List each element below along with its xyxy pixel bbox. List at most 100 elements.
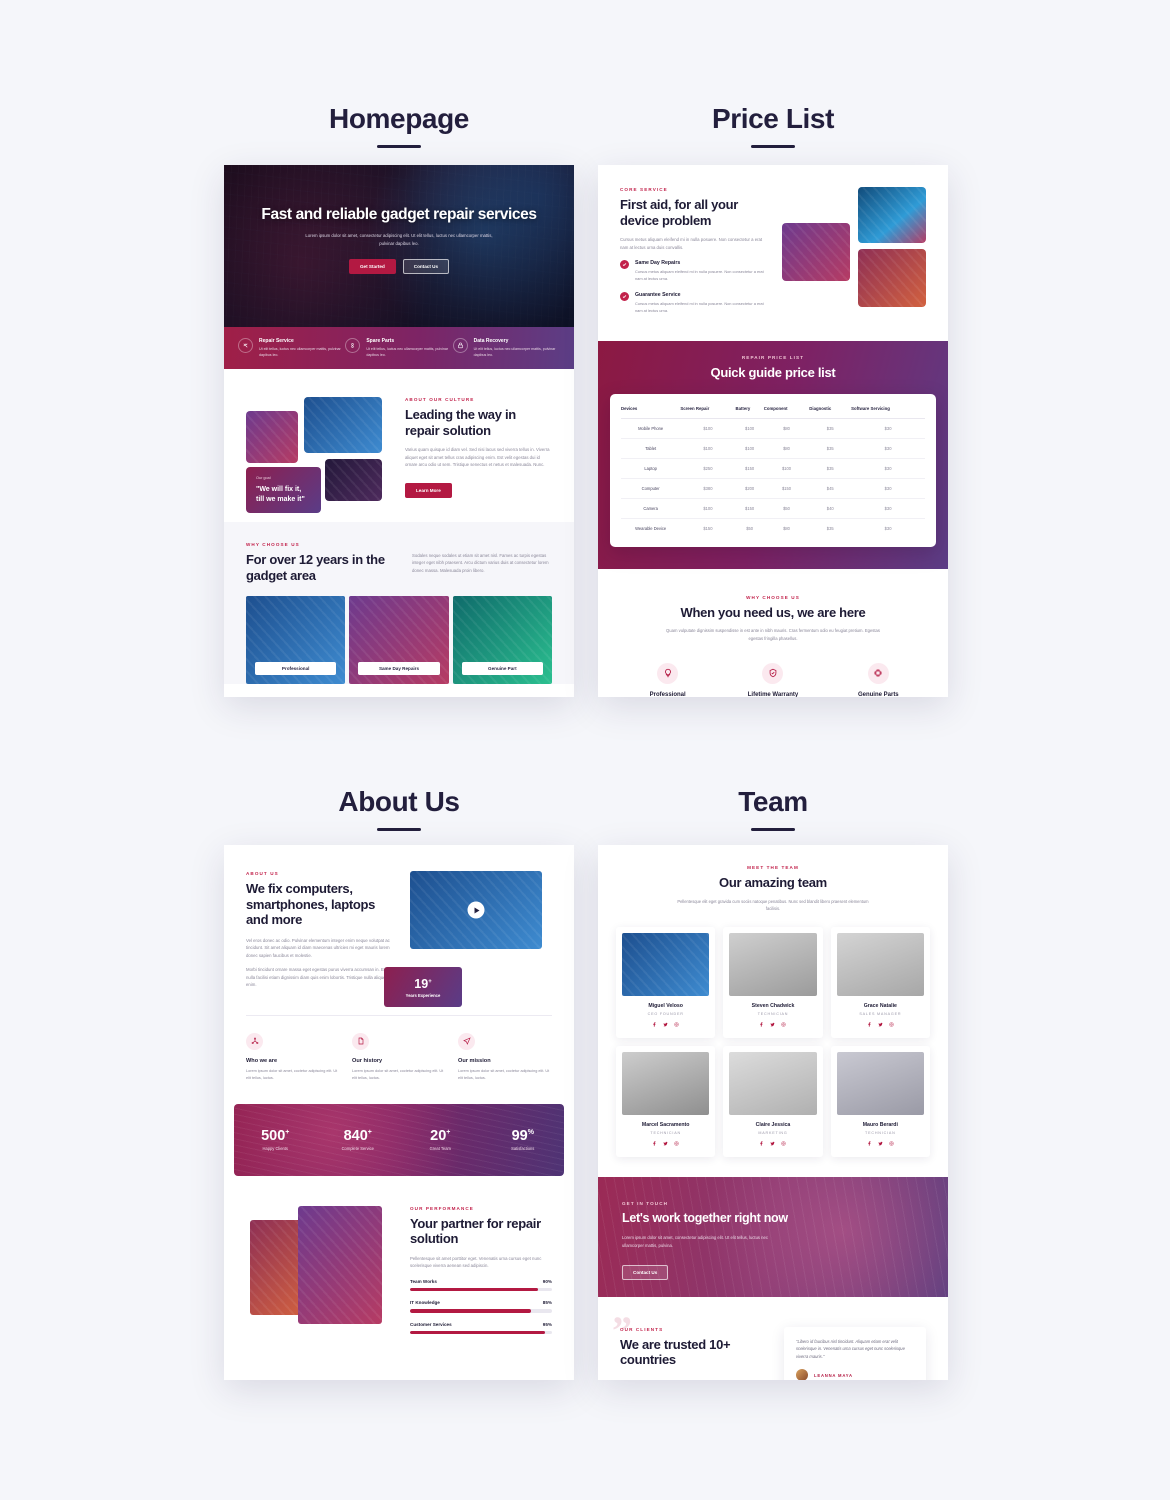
twitter-icon[interactable] <box>663 1141 668 1148</box>
send-icon <box>458 1032 475 1050</box>
twitter-icon[interactable] <box>770 1141 776 1148</box>
instagram-icon[interactable] <box>674 1022 679 1029</box>
culture-photo-3 <box>325 459 382 502</box>
performance-photo-2 <box>298 1205 382 1324</box>
performance-heading: Your partner for repair solution <box>410 1215 541 1247</box>
cell-screen: $100 <box>680 418 736 439</box>
core-service-section: CORE SERVICE First aid, for all your dev… <box>598 165 948 341</box>
member-photo <box>836 932 924 996</box>
cell-battery: $50 <box>746 525 754 531</box>
tools-icon <box>238 338 253 353</box>
facebook-icon[interactable] <box>759 1141 764 1148</box>
team-mockup: MEET THE TEAM Our amazing team Pellentes… <box>598 845 948 1380</box>
team-member-card[interactable]: Claire Jessica MARKETING <box>723 1045 823 1157</box>
facebook-icon[interactable] <box>652 1141 657 1148</box>
tile-caption: Same Day Repairs <box>358 662 440 676</box>
twitter-icon[interactable] <box>878 1141 883 1148</box>
instagram-icon[interactable] <box>674 1141 679 1148</box>
benefit-title: Lifetime Warranty <box>747 691 799 697</box>
get-started-button[interactable]: Get Started <box>348 258 396 274</box>
stat-item: 500+ Happy Clients <box>234 1128 317 1151</box>
team-member-card[interactable]: Steven Chadwick TECHNICIAN <box>723 926 823 1038</box>
cell-screen: $100 <box>680 438 736 459</box>
table-header-row: Devices Screen Repair Battery Component … <box>621 405 925 419</box>
play-icon[interactable] <box>467 901 485 919</box>
stats-band: 500+ Happy Clients 840+ Complete Service… <box>234 1103 564 1176</box>
member-photo <box>836 1051 924 1115</box>
goal-quote: "We will fix it, till we make it" <box>256 486 305 503</box>
pillar-desc: Lorem ipsum dolor sit amet, coctetur adi… <box>352 1068 444 1080</box>
pillar-card: Who we are Lorem ipsum dolor sit amet, c… <box>246 1032 340 1082</box>
contact-us-button[interactable]: Contact Us <box>402 258 449 274</box>
facebook-icon[interactable] <box>652 1022 657 1029</box>
instagram-icon[interactable] <box>889 1022 894 1029</box>
instagram-icon[interactable] <box>781 1022 786 1029</box>
cell-diagnostic: $40 <box>809 498 852 519</box>
column-header: Devices <box>621 405 681 419</box>
benefit-card: Lifetime Warranty Lorem ipsum dolor sit … <box>725 662 820 697</box>
service-item[interactable]: Spare Parts Ut elit tellus, luctus nec u… <box>345 338 452 358</box>
facebook-icon[interactable] <box>867 1022 872 1029</box>
team-row-1: Miguel Veloso CEO FOUNDER Steven Chadwic… <box>598 913 948 1038</box>
service-title: Data Recovery <box>473 338 509 344</box>
instagram-icon[interactable] <box>781 1141 786 1148</box>
team-body: Pellentesque elit eget gravida cum socii… <box>677 898 869 912</box>
cell-battery: $150 <box>735 498 764 519</box>
service-item[interactable]: Repair Service Ut elit tellus, luctus ne… <box>238 338 345 358</box>
network-icon <box>246 1032 263 1050</box>
core-photo-3 <box>858 249 926 307</box>
member-role: SALES MANAGER <box>859 1011 902 1016</box>
instagram-icon[interactable] <box>889 1141 894 1148</box>
stat-item: 20+ Great Team <box>399 1128 482 1151</box>
why-tile[interactable]: Genuine Part <box>452 596 552 685</box>
cell-screen: $100 <box>680 498 736 519</box>
pillar-title: Our mission <box>458 1057 491 1064</box>
page-title: Team <box>738 786 808 817</box>
pillar-card: Our mission Lorem ipsum dolor sit amet, … <box>458 1032 552 1082</box>
benefit-title: Genuine Parts <box>857 691 899 697</box>
feature-title: Same Day Repairs <box>635 260 681 267</box>
feature-desc: Cursus metus aliquam eleifend mi in null… <box>635 300 764 313</box>
bar-label: Team Works <box>410 1278 437 1284</box>
team-member-card[interactable]: Mauro Berardi TECHNICIAN <box>830 1045 930 1157</box>
cell-software: $30 <box>851 478 925 499</box>
shield-icon <box>762 662 784 684</box>
member-role: TECHNICIAN <box>650 1130 681 1135</box>
cell-device: Wearable Device <box>635 525 667 531</box>
team-member-card[interactable]: Grace Natalie SALES MANAGER <box>830 926 930 1038</box>
gear-stack-icon <box>345 338 361 353</box>
learn-more-button[interactable]: Learn More <box>405 482 452 498</box>
cell-screen: $250 <box>680 458 736 479</box>
clients-heading: We are trusted 10+ countries <box>620 1336 731 1368</box>
clients-section: ” OUR CLIENTS We are trusted 10+ countri… <box>598 1297 948 1380</box>
hero-banner: Fast and reliable gadget repair services… <box>224 165 574 327</box>
column-header: Screen Repair <box>680 405 736 419</box>
cell-device: Mobile Phone <box>621 418 681 439</box>
core-photo-2 <box>858 187 926 243</box>
why-tile[interactable]: Professional <box>246 596 346 685</box>
cta-contact-button[interactable]: Contact Us <box>622 1264 669 1280</box>
team-heading: Our amazing team <box>719 875 827 890</box>
section-title-team: Team <box>598 786 948 831</box>
stat-number: 99 <box>511 1128 528 1145</box>
why-tile[interactable]: Same Day Repairs <box>349 596 449 685</box>
about-video-thumbnail[interactable] <box>410 871 542 949</box>
service-strip: Repair Service Ut elit tellus, luctus ne… <box>224 327 574 370</box>
title-rule <box>377 828 421 831</box>
core-heading: First aid, for all your device problem <box>620 197 739 228</box>
about-body-1: Vel eros donec ac odio. Pulvinar element… <box>246 937 390 958</box>
pillar-desc: Lorem ipsum dolor sit amet, coctetur adi… <box>458 1068 550 1080</box>
twitter-icon[interactable] <box>663 1022 668 1029</box>
bulb-icon <box>657 662 679 684</box>
member-role: CEO FOUNDER <box>647 1011 684 1016</box>
team-member-card[interactable]: Miguel Veloso CEO FOUNDER <box>616 926 716 1038</box>
facebook-icon[interactable] <box>867 1141 872 1148</box>
cell-software: $30 <box>851 438 925 459</box>
testimonial-quote: "Libero id faucibus nisl tincidunt. Aliq… <box>796 1338 905 1359</box>
cell-component: $80 <box>783 525 790 531</box>
service-item[interactable]: Data Recovery Ut elit tellus, luctus nec… <box>452 338 560 358</box>
twitter-icon[interactable] <box>878 1022 883 1029</box>
facebook-icon[interactable] <box>759 1022 764 1029</box>
twitter-icon[interactable] <box>770 1022 776 1029</box>
team-member-card[interactable]: Marcel Sacramento TECHNICIAN <box>616 1045 716 1157</box>
